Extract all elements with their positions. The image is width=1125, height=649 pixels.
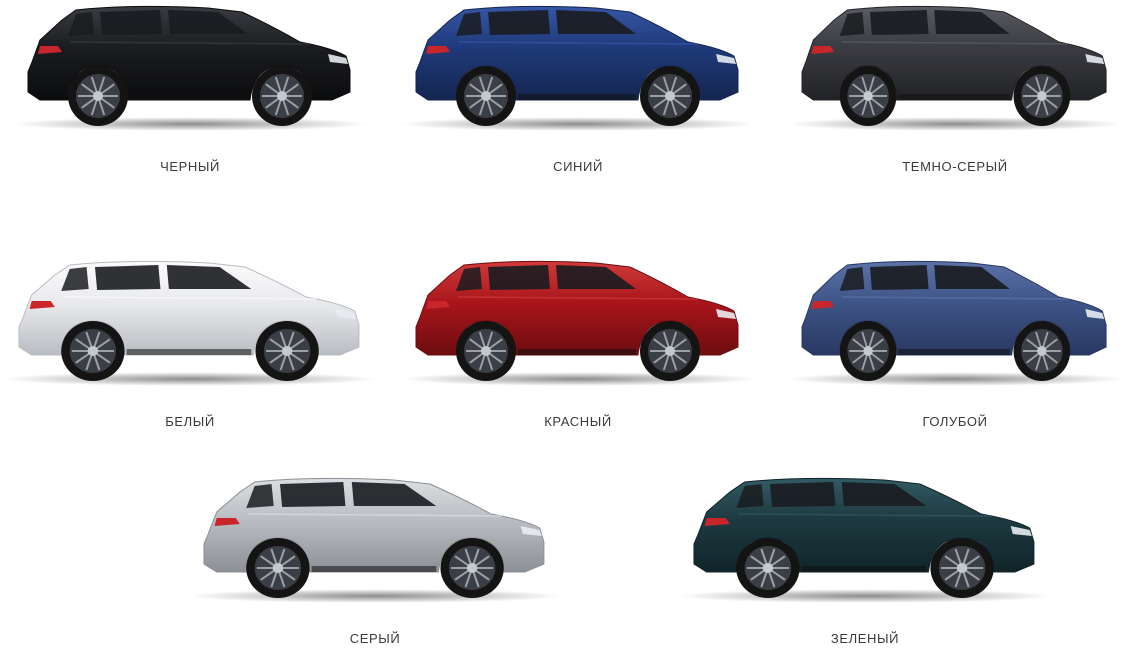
color-option-red[interactable]: КРАСНЫЙ: [398, 255, 758, 435]
color-gallery: ЧЕРНЫЙ СИНИЙ ТЕМНО-СЕРЫЙ БЕЛЫЙ КРАСНЫЙ Г…: [0, 0, 1125, 649]
color-option-green[interactable]: ЗЕЛЕНЫЙ: [675, 472, 1055, 649]
color-option-light-blue[interactable]: ГОЛУБОЙ: [785, 255, 1125, 435]
color-label: ЧЕРНЫЙ: [160, 159, 220, 174]
color-label: БЕЛЫЙ: [165, 414, 215, 429]
color-option-blue[interactable]: СИНИЙ: [398, 0, 758, 180]
color-label: КРАСНЫЙ: [544, 414, 612, 429]
color-option-dark-grey[interactable]: ТЕМНО-СЕРЫЙ: [785, 0, 1125, 180]
car-image-light-blue: [786, 260, 1124, 386]
car-image-red: [400, 260, 756, 386]
color-option-white[interactable]: БЕЛЫЙ: [0, 255, 380, 435]
color-label: ГОЛУБОЙ: [922, 414, 988, 429]
car-image-white: [2, 260, 378, 386]
car-image-grey: [187, 477, 563, 603]
car-image-green: [677, 477, 1053, 603]
color-label: СИНИЙ: [553, 159, 603, 174]
car-image-blue: [400, 5, 756, 131]
color-option-black[interactable]: ЧЕРНЫЙ: [10, 0, 370, 180]
color-label: ЗЕЛЕНЫЙ: [830, 631, 900, 646]
car-image-dark-grey: [786, 5, 1124, 131]
car-image-black: [12, 5, 368, 131]
color-label: ТЕМНО-СЕРЫЙ: [902, 159, 1008, 174]
color-option-grey[interactable]: СЕРЫЙ: [185, 472, 565, 649]
color-label: СЕРЫЙ: [349, 631, 401, 646]
